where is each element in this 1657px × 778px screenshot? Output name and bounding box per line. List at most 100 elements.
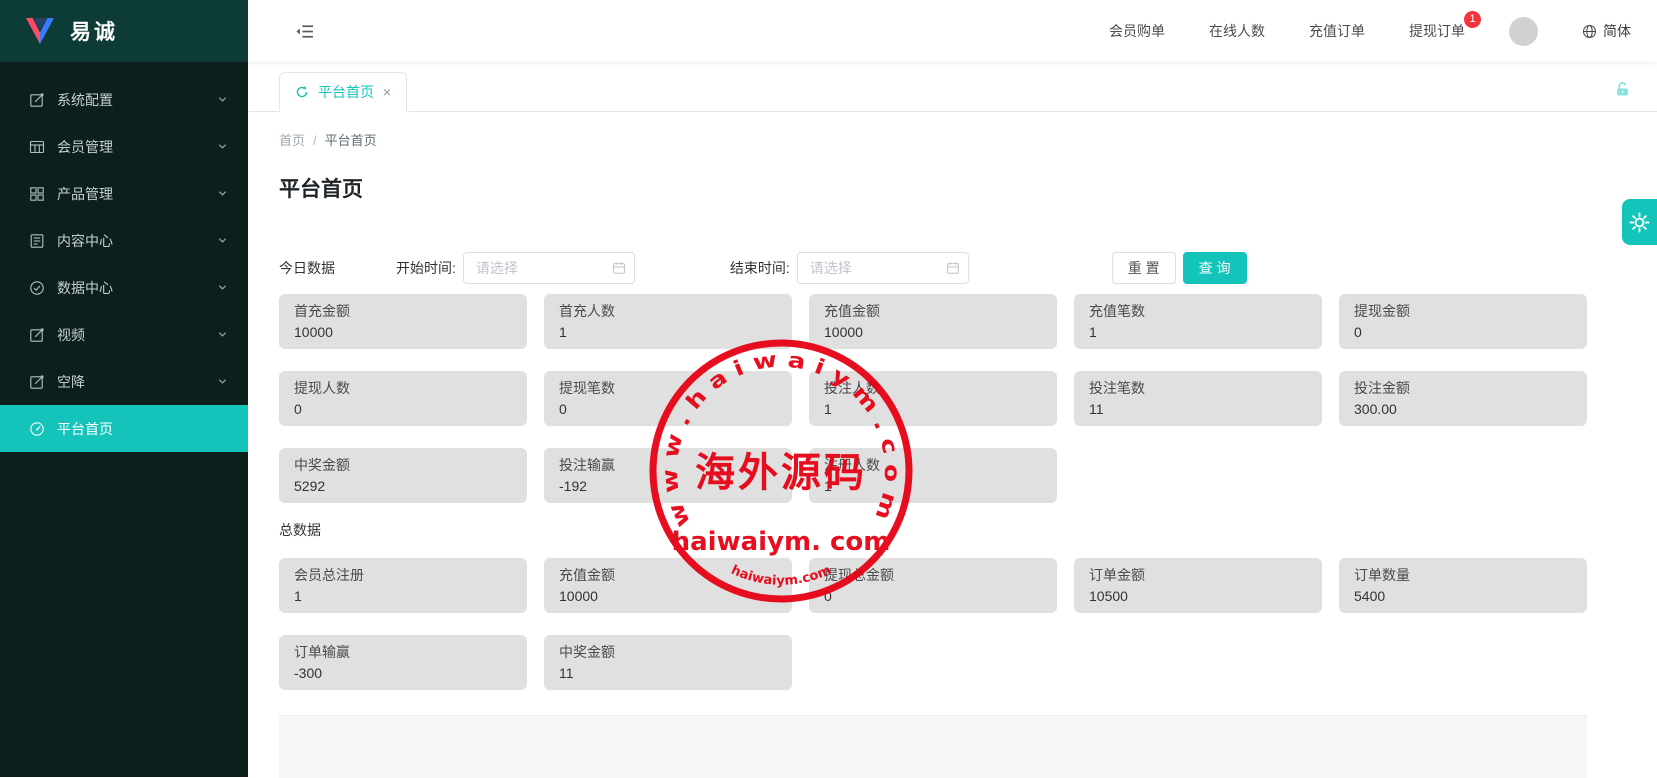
app-name: 易诚 — [70, 16, 118, 46]
stat-card: 投注笔数11 — [1074, 371, 1322, 426]
stat-label: 投注输赢 — [559, 456, 777, 475]
edit-icon — [29, 326, 46, 343]
sidebar-item-数据中心[interactable]: 数据中心 — [0, 264, 248, 311]
chevron-down-icon — [217, 376, 228, 387]
stat-value: 10500 — [1089, 587, 1307, 606]
reset-button[interactable]: 重 置 — [1112, 252, 1176, 284]
calendar-icon — [612, 261, 626, 275]
collapse-sidebar-icon[interactable] — [295, 23, 314, 40]
sidebar-item-label: 数据中心 — [57, 278, 113, 298]
stat-card: 中奖金额5292 — [279, 448, 527, 503]
edit-icon — [29, 373, 46, 390]
stat-value: 1 — [824, 400, 1042, 419]
stat-value: 10000 — [559, 587, 777, 606]
total-stats-grid: 会员总注册1充值金额10000提现总金额0订单金额10500订单数量5400订单… — [279, 558, 1587, 690]
topbar-menu-items: 会员购单 在线人数 充值订单 提现订单1 — [1109, 21, 1465, 41]
stat-card: 投注金额300.00 — [1339, 371, 1587, 426]
topbar-item-label: 充值订单 — [1309, 23, 1365, 39]
stat-label: 投注金额 — [1354, 379, 1572, 398]
sidebar-item-内容中心[interactable]: 内容中心 — [0, 217, 248, 264]
start-date-field[interactable] — [463, 252, 635, 284]
tab-bar: 平台首页 × — [248, 62, 1657, 112]
dashboard-icon — [29, 420, 46, 437]
query-button[interactable]: 查 询 — [1183, 252, 1247, 284]
sidebar-item-系统配置[interactable]: 系统配置 — [0, 76, 248, 123]
stat-card: 中奖金额 11 — [544, 635, 792, 690]
stat-label: 提现金额 — [1354, 302, 1572, 321]
app-logo-icon — [24, 16, 56, 46]
sidebar-menu: 系统配置会员管理产品管理内容中心数据中心视频空降平台首页 — [0, 62, 248, 452]
sidebar-item-空降[interactable]: 空降 — [0, 358, 248, 405]
stat-card: 提现金额 0 — [1339, 294, 1587, 349]
refresh-icon[interactable] — [295, 85, 309, 99]
stat-card: 订单输赢-300 — [279, 635, 527, 690]
stat-label: 订单数量 — [1354, 566, 1572, 585]
chevron-down-icon — [217, 141, 228, 152]
sidebar-item-label: 视频 — [57, 325, 85, 345]
avatar[interactable] — [1509, 17, 1538, 46]
breadcrumb-current: 平台首页 — [325, 133, 377, 148]
stat-card: 提现笔数0 — [544, 371, 792, 426]
document-icon — [29, 232, 46, 249]
topbar-item-充值订单[interactable]: 充值订单 — [1309, 21, 1365, 41]
stat-value: 11 — [559, 664, 777, 683]
sidebar-item-视频[interactable]: 视频 — [0, 311, 248, 358]
topbar: 会员购单 在线人数 充值订单 提现订单1 简体 — [248, 0, 1657, 62]
topbar-item-label: 会员购单 — [1109, 23, 1165, 39]
stat-label: 首充金额 — [294, 302, 512, 321]
stat-value: 10000 — [824, 323, 1042, 342]
end-time-label: 结束时间: — [730, 258, 790, 278]
stat-value: 0 — [824, 587, 1042, 606]
stat-value: 11 — [1089, 400, 1307, 419]
chevron-down-icon — [217, 282, 228, 293]
today-stats-grid: 首充金额10000首充人数1充值金额10000充值笔数1提现金额0提现人数0提现… — [279, 294, 1587, 503]
end-date-input[interactable] — [797, 252, 969, 284]
topbar-item-在线人数[interactable]: 在线人数 — [1209, 21, 1265, 41]
end-date-field[interactable] — [797, 252, 969, 284]
stat-card: 充值笔数1 — [1074, 294, 1322, 349]
settings-fab[interactable] — [1622, 199, 1657, 245]
stat-card: 订单数量5400 — [1339, 558, 1587, 613]
topbar-item-label: 在线人数 — [1209, 23, 1265, 39]
topbar-item-label: 提现订单 — [1409, 23, 1465, 39]
stat-card: 首充人数1 — [544, 294, 792, 349]
globe-icon — [1582, 24, 1597, 39]
stat-value: 1 — [294, 587, 512, 606]
stat-card: 会员总注册1 — [279, 558, 527, 613]
chevron-down-icon — [217, 329, 228, 340]
chevron-down-icon — [217, 94, 228, 105]
tab-platform-home[interactable]: 平台首页 × — [279, 72, 407, 112]
topbar-item-提现订单[interactable]: 提现订单1 — [1409, 21, 1465, 41]
stat-value: 0 — [1354, 323, 1572, 342]
sidebar-item-label: 系统配置 — [57, 90, 113, 110]
stat-label: 投注人数 — [824, 379, 1042, 398]
sidebar-item-label: 会员管理 — [57, 137, 113, 157]
stat-value: 10000 — [294, 323, 512, 342]
stat-card: 投注人数 1 — [809, 371, 1057, 426]
close-icon[interactable]: × — [383, 85, 391, 99]
total-data-label: 总数据 — [279, 520, 1587, 540]
stat-label: 充值金额 — [824, 302, 1042, 321]
sidebar-item-会员管理[interactable]: 会员管理 — [0, 123, 248, 170]
stat-value: 0 — [559, 400, 777, 419]
topbar-menu: 会员购单 在线人数 充值订单 提现订单1 简体 — [1109, 17, 1631, 46]
today-data-label: 今日数据 — [279, 258, 335, 278]
topbar-item-会员购单[interactable]: 会员购单 — [1109, 21, 1165, 41]
start-date-input[interactable] — [463, 252, 635, 284]
sidebar-item-平台首页[interactable]: 平台首页 — [0, 405, 248, 452]
stat-label: 提现总金额 — [824, 566, 1042, 585]
breadcrumb-home[interactable]: 首页 — [279, 133, 305, 148]
sidebar-item-label: 空降 — [57, 372, 85, 392]
stat-label: 订单输赢 — [294, 643, 512, 662]
stat-card: 注册人数1 — [809, 448, 1057, 503]
logo-bar: 易诚 — [0, 0, 248, 62]
stat-label: 订单金额 — [1089, 566, 1307, 585]
language-switcher[interactable]: 简体 — [1582, 21, 1631, 41]
sidebar-item-产品管理[interactable]: 产品管理 — [0, 170, 248, 217]
lock-open-icon[interactable] — [1614, 81, 1631, 98]
stat-card: 充值金额 10000 — [809, 294, 1057, 349]
gear-icon — [1628, 211, 1651, 234]
stat-label: 提现人数 — [294, 379, 512, 398]
stat-label: 充值笔数 — [1089, 302, 1307, 321]
stat-label: 中奖金额 — [559, 643, 777, 662]
